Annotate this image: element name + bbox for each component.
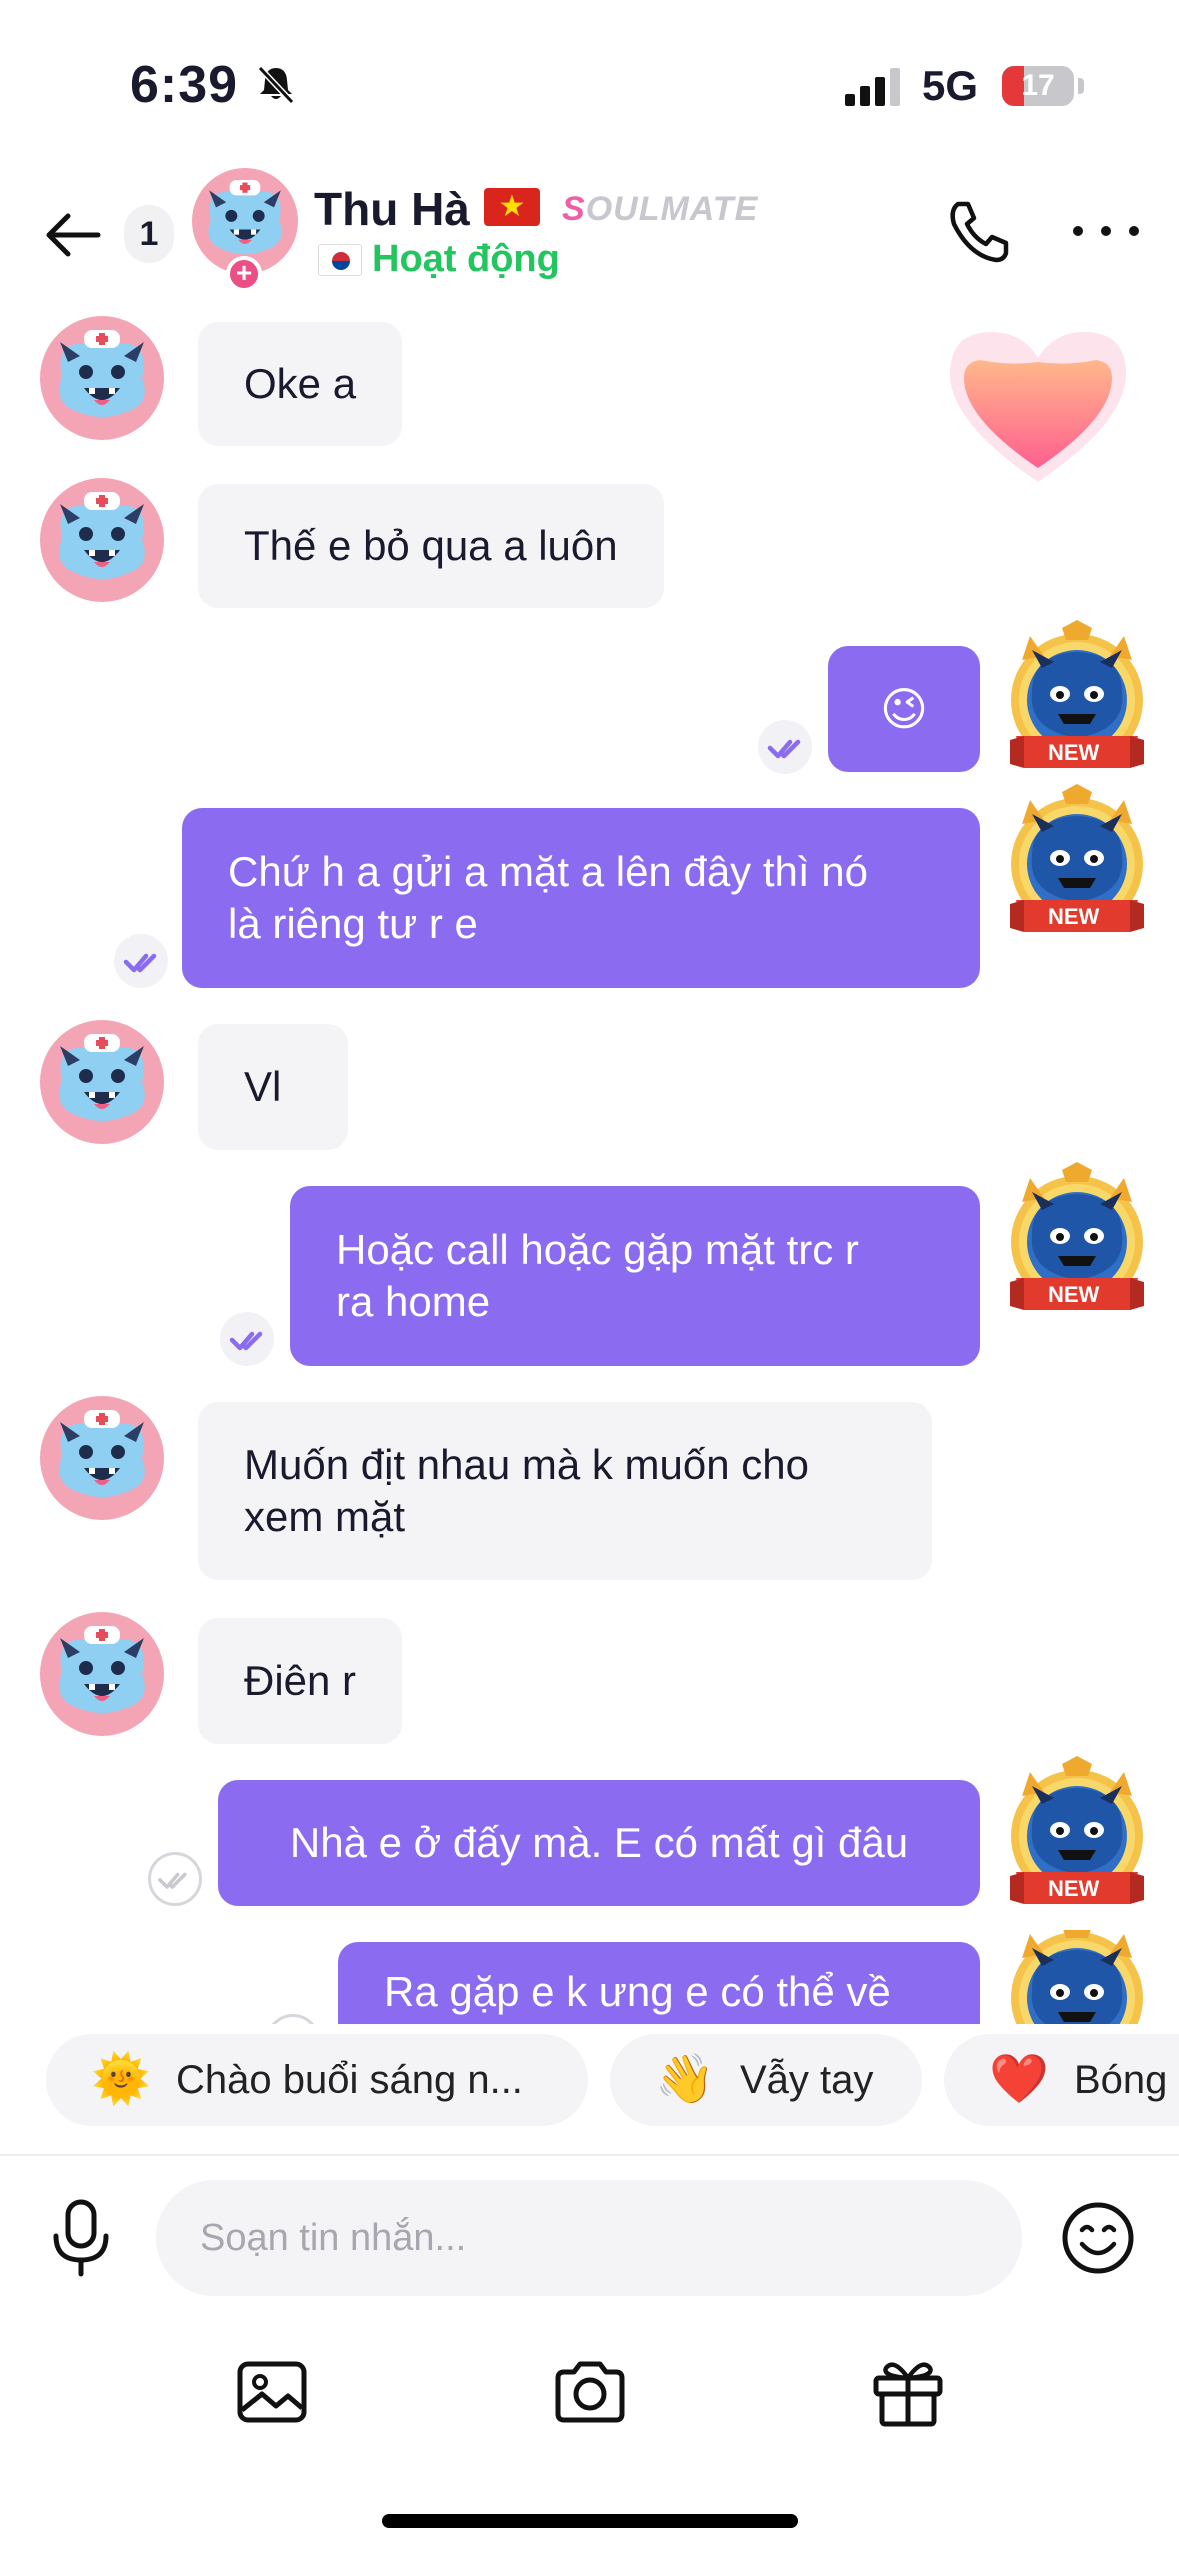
- read-receipt-icon: [220, 1312, 274, 1366]
- contact-avatar[interactable]: [40, 1020, 164, 1144]
- incoming-message[interactable]: Oke a: [198, 322, 403, 446]
- clock: 6:39: [130, 56, 239, 114]
- image-gallery-icon[interactable]: [232, 2352, 312, 2432]
- home-indicator: [382, 2514, 798, 2528]
- incoming-message[interactable]: Vl: [198, 1024, 348, 1150]
- contact-avatar[interactable]: [40, 1396, 164, 1520]
- microphone-icon[interactable]: [46, 2198, 116, 2278]
- battery-level: 17: [1021, 69, 1055, 102]
- battery-icon: 17: [1002, 66, 1074, 106]
- more-icon[interactable]: [1066, 196, 1146, 266]
- camera-icon[interactable]: [550, 2352, 630, 2432]
- chat-header: 1 + Thu Hà ★ SOULMATE Hoạt động: [0, 160, 1179, 310]
- waving-hand-icon: 👋: [655, 2053, 715, 2106]
- outgoing-message[interactable]: 😉: [828, 646, 980, 772]
- quick-reply-heart[interactable]: ❤️ Bóng: [944, 2034, 1179, 2126]
- quick-reply-wave[interactable]: 👋 Vẫy tay: [610, 2034, 922, 2126]
- incoming-message[interactable]: Thế e bỏ qua a luôn: [198, 484, 664, 608]
- outgoing-message[interactable]: Chứ h a gửi a mặt a lên đây thì nó là ri…: [182, 808, 980, 988]
- outgoing-message[interactable]: Hoặc call hoặc gặp mặt trc r ra home: [290, 1186, 980, 1366]
- read-receipt-icon: [114, 934, 168, 988]
- quick-reply-good-morning[interactable]: 🌞 Chào buổi sáng n...: [46, 2034, 588, 2126]
- status-bar: 6:39 5G 17: [0, 0, 1179, 160]
- outgoing-message[interactable]: Ra gặp e k ưng e có thể về: [338, 1942, 980, 2024]
- message-clip: Ra gặp e k ưng e có thể về: [0, 1930, 1179, 2024]
- quick-reply-bar: 🌞 Chào buổi sáng n... 👋 Vẫy tay ❤️ Bóng: [0, 2024, 1179, 2134]
- read-receipt-icon: [758, 720, 812, 774]
- soulmate-badge: SOULMATE: [562, 190, 759, 228]
- my-avatar[interactable]: [1002, 1930, 1152, 2024]
- gift-icon[interactable]: [868, 2352, 948, 2432]
- incoming-message[interactable]: Muốn địt nhau mà k muốn cho xem mặt: [198, 1402, 932, 1580]
- contact-avatar[interactable]: [40, 478, 164, 602]
- online-status: Hoạt động: [372, 238, 560, 280]
- korea-flag-icon: [318, 244, 362, 276]
- network-type: 5G: [922, 62, 979, 109]
- emoji-icon[interactable]: [1060, 2200, 1136, 2276]
- contact-avatar[interactable]: [40, 316, 164, 440]
- heart-icon: ❤️: [989, 2053, 1049, 2106]
- sent-receipt-icon: [148, 1852, 202, 1906]
- contact-avatar[interactable]: [40, 1612, 164, 1736]
- phone-icon[interactable]: [944, 196, 1014, 266]
- follow-plus-icon[interactable]: +: [226, 256, 262, 292]
- heart-sticker-icon[interactable]: [940, 322, 1136, 492]
- message-input[interactable]: [156, 2180, 1022, 2296]
- sent-receipt-icon: [266, 2014, 320, 2024]
- cellular-signal-icon: [845, 68, 900, 106]
- incoming-message[interactable]: Điên r: [198, 1618, 403, 1744]
- unread-count-badge[interactable]: 1: [124, 205, 174, 263]
- sun-icon: 🌞: [91, 2053, 151, 2106]
- bell-off-icon: [257, 65, 295, 104]
- vietnam-flag-icon: ★: [484, 188, 540, 226]
- outgoing-message[interactable]: Nhà e ở đấy mà. E có mất gì đâu: [218, 1780, 980, 1906]
- divider: [0, 2154, 1179, 2156]
- contact-name[interactable]: Thu Hà: [314, 182, 470, 236]
- back-arrow-icon[interactable]: [38, 200, 108, 270]
